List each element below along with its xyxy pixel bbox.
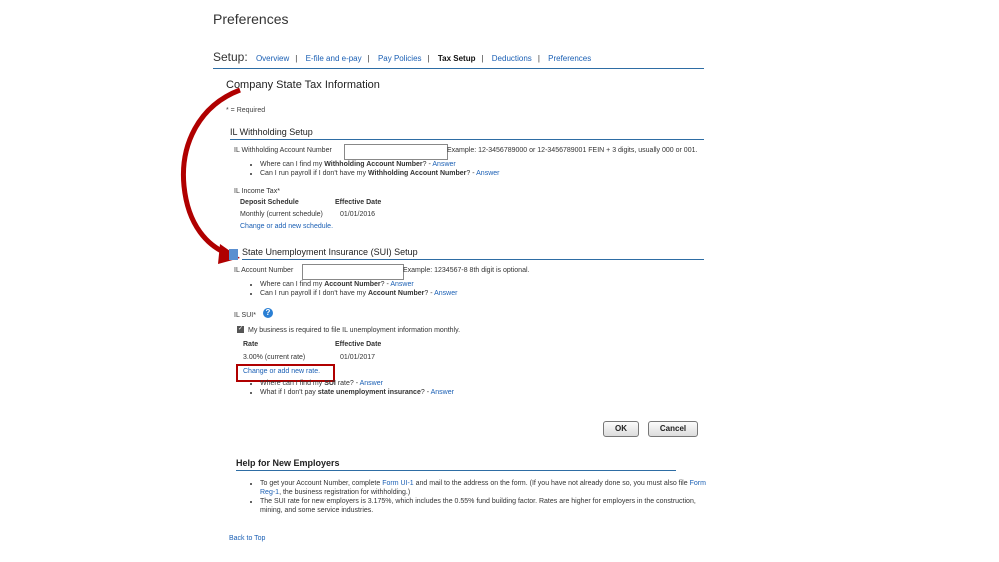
help-list: To get your Account Number, complete For… [246,479,710,515]
section-marker [229,249,238,260]
income-tax-label: IL Income Tax* [234,188,280,195]
change-rate-link[interactable]: Change or add new rate. [243,368,320,375]
annotation-arrow [180,87,241,264]
sui-example: Example: 1234567-8 8th digit is optional… [403,267,530,274]
monthly-filing-checkbox[interactable]: ✓ [237,326,244,333]
sui-label: IL SUI* [234,312,256,319]
nav-efile[interactable]: E-file and e-pay [306,54,362,63]
help-heading: Help for New Employers [236,458,676,471]
sui-rate-hints: Where can I find my SUI rate? - Answer W… [246,379,454,397]
answer-link[interactable]: Answer [431,389,454,396]
monthly-filing-label: My business is required to file IL unemp… [248,327,461,334]
setup-label: Setup: [213,50,248,64]
withholding-heading: IL Withholding Setup [230,127,704,140]
col-deposit-schedule: Deposit Schedule [240,199,299,206]
list-item: What if I don't pay state unemployment i… [260,388,454,397]
withholding-example: Example: 12-3456789000 or 12-3456789001 … [447,147,698,154]
sui-account-label: IL Account Number [234,267,294,274]
company-heading: Company State Tax Information [226,79,380,91]
help-icon[interactable]: ? [263,308,273,318]
nav-pay-policies[interactable]: Pay Policies [378,54,422,63]
list-item: Where can I find my SUI rate? - Answer [260,379,454,388]
deposit-schedule-value: Monthly (current schedule) [240,211,323,218]
answer-link[interactable]: Answer [360,380,383,387]
sui-heading: State Unemployment Insurance (SUI) Setup [242,247,704,260]
page-title: Preferences [213,11,289,27]
list-item: Can I run payroll if I don't have my Acc… [260,289,457,298]
rate-value: 3.00% (current rate) [243,354,306,361]
deposit-effective-value: 01/01/2016 [340,211,376,218]
col-rate: Rate [243,341,259,348]
rate-effective-value: 01/01/2017 [340,354,376,361]
back-to-top-link[interactable]: Back to Top [229,535,265,542]
nav-deductions[interactable]: Deductions [492,54,532,63]
cancel-button[interactable]: Cancel [648,421,698,437]
sui-account-input[interactable] [302,264,404,280]
withholding-account-input[interactable] [344,144,448,160]
col-sui-effective-date: Effective Date [335,341,382,348]
withholding-hints: Where can I find my Withholding Account … [246,160,499,178]
nav-preferences[interactable]: Preferences [548,54,591,63]
list-item: Can I run payroll if I don't have my Wit… [260,169,499,178]
list-item: To get your Account Number, complete For… [260,479,710,497]
nav-overview[interactable]: Overview [256,54,289,63]
withholding-account-label: IL Withholding Account Number [234,147,332,154]
answer-link[interactable]: Answer [390,281,413,288]
list-item: The SUI rate for new employers is 3.175%… [260,497,710,515]
list-item: Where can I find my Withholding Account … [260,160,499,169]
change-schedule-link[interactable]: Change or add new schedule. [240,223,333,230]
form-ui1-link[interactable]: Form UI-1 [382,480,414,487]
ok-button[interactable]: OK [603,421,639,437]
setup-nav: Setup: Overview | E-file and e-pay | Pay P… [213,50,704,69]
list-item: Where can I find my Account Number? - An… [260,280,457,289]
answer-link[interactable]: Answer [434,290,457,297]
annotation-arrow-path [180,87,241,257]
answer-link[interactable]: Answer [432,161,455,168]
sui-hints: Where can I find my Account Number? - An… [246,280,457,298]
col-effective-date: Effective Date [335,199,382,206]
answer-link[interactable]: Answer [476,170,499,177]
nav-tax-setup[interactable]: Tax Setup [438,54,476,63]
